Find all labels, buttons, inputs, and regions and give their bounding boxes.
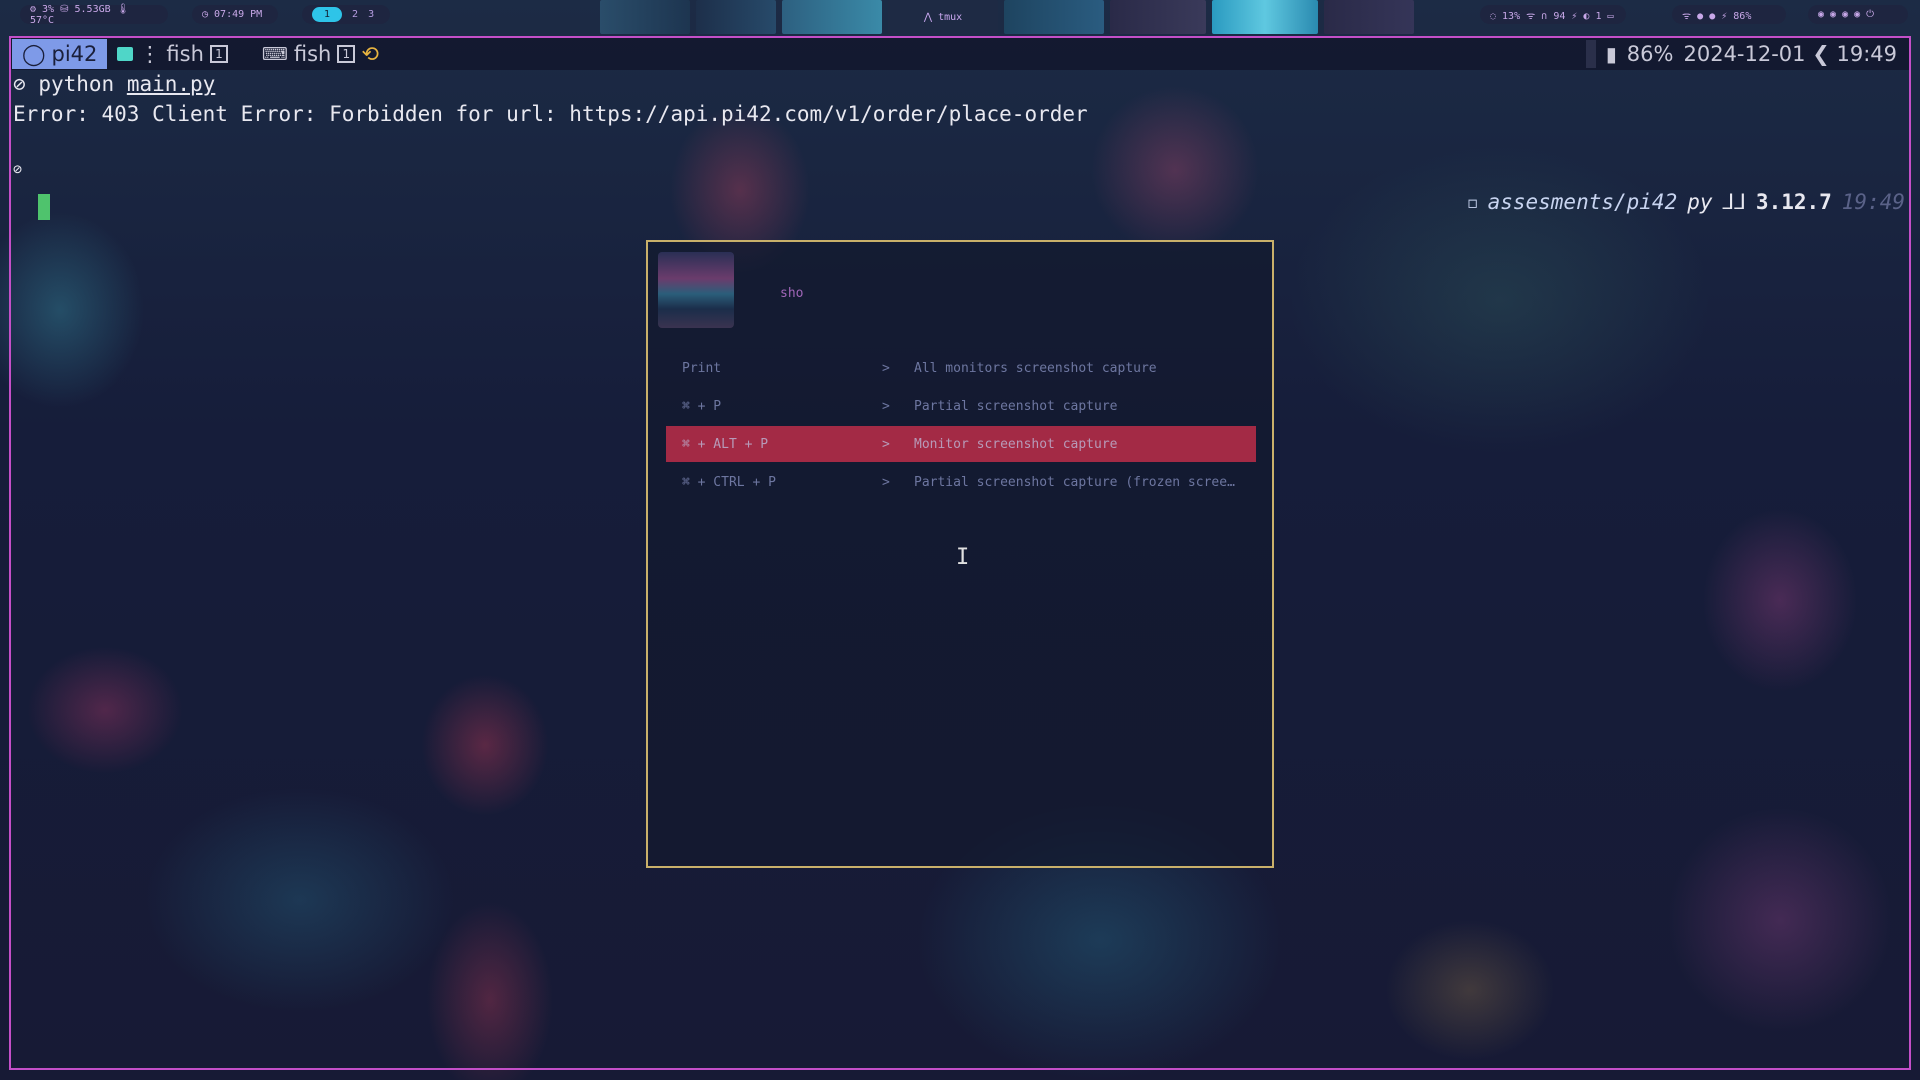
prompt-symbol-current: ⊘ <box>13 160 23 178</box>
launcher-search-input[interactable]: sho <box>780 286 803 301</box>
tray-icons-text[interactable]: ᯤ ● ● ⚡ 86% <box>1682 8 1751 22</box>
thumbnail[interactable] <box>1004 0 1104 34</box>
window-separator: ⋮ <box>139 42 161 66</box>
folder-icon: ◻ <box>1467 192 1478 212</box>
workspace-2[interactable]: 2 <box>352 9 358 20</box>
system-tray-right: ᯤ ● ● ⚡ 86% <box>1672 5 1786 24</box>
datetime: 2024-12-01 ❮ 19:49 <box>1683 42 1897 66</box>
battery-percent: 86% <box>1626 42 1674 66</box>
launcher-entry[interactable]: Print > All monitors screenshot capture <box>666 350 1256 386</box>
entry-arrow: > <box>882 360 890 376</box>
tmux-window-1[interactable]: ⋮ fish 1 <box>107 42 237 66</box>
session-icon: ◯ <box>22 42 46 66</box>
clock-widget[interactable]: ◷ 07:49 PM <box>192 5 278 24</box>
text-cursor <box>38 194 50 220</box>
entry-description: Partial screenshot capture (frozen scree… <box>914 474 1235 490</box>
window-2-index: 1 <box>337 45 356 63</box>
terminal-prompt-icon: ⌨ <box>261 43 288 65</box>
tmux-right-status: ▮ 86% 2024-12-01 ❮ 19:49 <box>1585 40 1909 68</box>
launcher-entry-selected[interactable]: ⌘ + ALT + P > Monitor screenshot capture <box>666 426 1256 462</box>
battery-icon: ▮ <box>1605 42 1617 66</box>
command-arg: main.py <box>126 72 216 96</box>
language-label: py <box>1687 190 1713 214</box>
text-select-cursor-icon: 𝙸 <box>956 545 970 570</box>
error-output: Error: 403 Client Error: Forbidden for u… <box>13 102 1088 126</box>
power-menu: ◉ ◉ ◉ ◉ ⏻ <box>1808 5 1908 24</box>
system-stats-text: ⚙ 3% ⛁ 5.53GB 🌡 57°C <box>30 3 130 26</box>
right-prompt: ◻ assesments/pi42 py ⅃⅃ 3.12.7 19:49 <box>1468 190 1905 214</box>
clock-text: ◷ 07:49 PM <box>202 9 263 20</box>
entry-key: ⌘ + ALT + P <box>682 436 769 452</box>
thumbnail[interactable] <box>1110 0 1206 34</box>
launcher-entry[interactable]: ⌘ + CTRL + P > Partial screenshot captur… <box>666 464 1256 500</box>
thumbnail[interactable] <box>782 0 882 34</box>
system-stats: ⚙ 3% ⛁ 5.53GB 🌡 57°C <box>20 3 168 26</box>
status-divider <box>1585 40 1596 68</box>
system-tray-left: ◌ 13% ᯤ ∩ 94 ⚡ ◐ 1 ▭ <box>1480 5 1626 24</box>
window-2-label: fish <box>293 42 332 66</box>
entry-arrow: > <box>882 474 890 490</box>
top-status-bar: ⚙ 3% ⛁ 5.53GB 🌡 57°C ◷ 07:49 PM 1 2 3 ⋀ … <box>0 0 1920 34</box>
tmux-thumbnail[interactable]: ⋀ tmux <box>888 0 998 34</box>
python-version: 3.12.7 <box>1755 190 1832 214</box>
entry-key: ⌘ + P <box>682 398 722 414</box>
terminal-icon <box>117 47 134 61</box>
launcher-entry[interactable]: ⌘ + P > Partial screenshot capture <box>666 388 1256 424</box>
window-1-label: fish <box>166 42 204 66</box>
tmux-session[interactable]: ◯ pi42 <box>12 39 108 69</box>
tmux-status-bar: ◯ pi42 ⋮ fish 1 ⌨ fish 1 ⟲ ▮ 86% 2024-12… <box>11 38 1909 70</box>
launcher-image <box>658 252 734 328</box>
prompt-symbol: ⊘ <box>13 72 26 96</box>
prompt-time: 19:49 <box>1841 190 1905 214</box>
tray-info-text: ◌ 13% ᯤ ∩ 94 ⚡ ◐ 1 ▭ <box>1490 10 1614 22</box>
entry-arrow: > <box>882 436 890 452</box>
thumbnail[interactable] <box>600 0 690 34</box>
session-name: pi42 <box>51 42 98 66</box>
command-prefix: python <box>38 72 127 96</box>
workspace-1[interactable]: 1 <box>312 7 343 22</box>
window-thumbnails: ⋀ tmux <box>600 0 1460 34</box>
entry-description: All monitors screenshot capture <box>914 360 1157 376</box>
tmux-label: ⋀ tmux <box>923 11 963 23</box>
entry-arrow: > <box>882 398 890 414</box>
entry-description: Monitor screenshot capture <box>914 436 1118 452</box>
thumbnail[interactable] <box>1212 0 1318 34</box>
power-icons[interactable]: ◉ ◉ ◉ ◉ ⏻ <box>1818 9 1874 20</box>
window-1-index: 1 <box>209 45 228 63</box>
entry-key: ⌘ + CTRL + P <box>682 474 776 490</box>
tmux-window-2[interactable]: ⌨ fish 1 ⟲ <box>252 42 389 66</box>
python-icon: ⅃⅃ <box>1722 190 1746 214</box>
current-path: assesments/pi42 <box>1487 190 1678 214</box>
command-line: ⊘ python main.py <box>13 72 215 96</box>
thumbnail[interactable] <box>696 0 776 34</box>
workspace-switcher: 1 2 3 <box>302 5 390 24</box>
workspace-3[interactable]: 3 <box>368 9 374 20</box>
thumbnail[interactable] <box>1324 0 1414 34</box>
entry-key: Print <box>682 360 722 376</box>
entry-description: Partial screenshot capture <box>914 398 1118 414</box>
history-icon: ⟲ <box>361 42 379 66</box>
